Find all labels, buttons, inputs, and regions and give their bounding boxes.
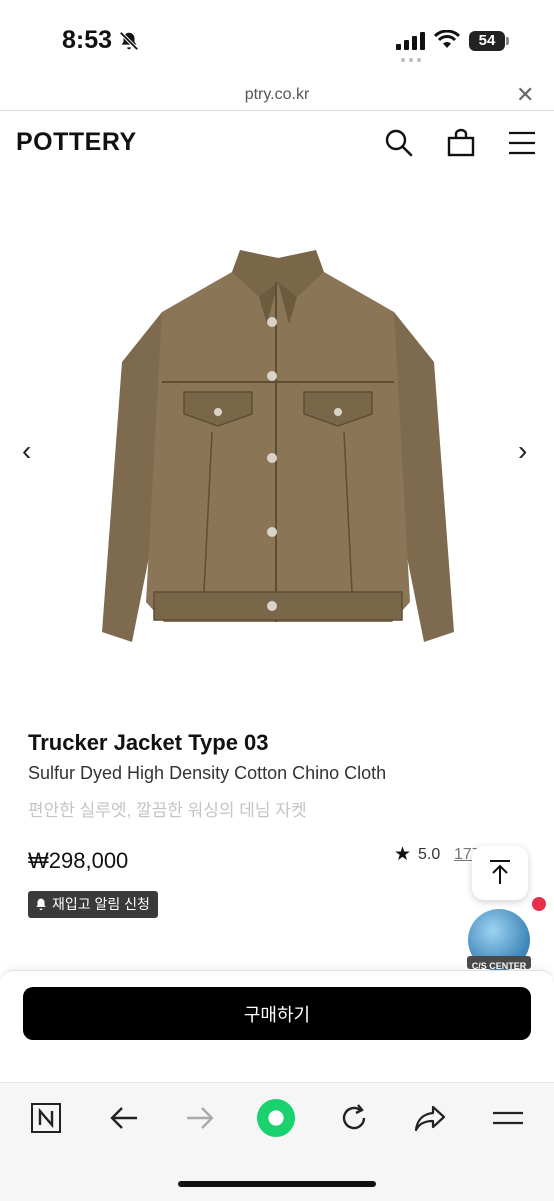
back-arrow-icon — [110, 1107, 137, 1129]
menu-button[interactable] — [488, 1098, 528, 1138]
green-dot-button[interactable] — [256, 1098, 296, 1138]
star-icon: ★ — [394, 844, 412, 865]
share-button[interactable] — [410, 1098, 450, 1138]
restock-label: 재입고 알림 신청 — [52, 896, 150, 912]
product-subtitle: Sulfur Dyed High Density Cotton Chino Cl… — [28, 763, 387, 783]
home-indicator — [178, 1181, 376, 1187]
url-display[interactable]: ptry.co.kr — [0, 86, 554, 104]
wifi-icon — [434, 30, 460, 48]
share-icon — [414, 1105, 446, 1132]
menu-icon[interactable] — [508, 130, 536, 156]
divider — [0, 110, 554, 111]
product-title: Trucker Jacket Type 03 — [28, 730, 269, 755]
chevron-left-icon[interactable]: ‹ — [22, 435, 31, 467]
naver-home-button[interactable] — [26, 1098, 66, 1138]
reload-icon — [342, 1104, 366, 1130]
product-image[interactable] — [92, 242, 464, 662]
drag-handle-icon — [401, 58, 421, 62]
chevron-right-icon[interactable]: › — [518, 435, 527, 467]
forward-arrow-icon — [187, 1107, 214, 1129]
back-button[interactable] — [104, 1098, 144, 1138]
product-price: ₩298,000 — [28, 848, 129, 873]
search-icon[interactable] — [384, 128, 414, 158]
battery-indicator: 54 — [469, 31, 509, 51]
reload-button[interactable] — [334, 1098, 374, 1138]
forward-button[interactable] — [180, 1098, 220, 1138]
restock-alert-button[interactable]: 재입고 알림 신청 — [28, 891, 158, 918]
rating-value: 5.0 — [418, 846, 441, 863]
scroll-top-icon — [490, 860, 510, 884]
hamburger-icon — [493, 1111, 523, 1125]
signal-icon — [396, 32, 425, 50]
site-logo[interactable]: POTTERY — [16, 128, 137, 157]
bell-off-icon — [119, 31, 139, 51]
naver-icon — [31, 1103, 61, 1133]
green-dot-icon — [256, 1098, 296, 1138]
bell-icon — [36, 898, 46, 911]
status-time: 8:53 — [62, 26, 113, 54]
bag-icon[interactable] — [446, 128, 476, 158]
notification-dot — [532, 897, 546, 911]
product-description: 편안한 실루엣, 깔끔한 워싱의 데님 자켓 — [28, 801, 307, 820]
buy-button[interactable]: 구매하기 — [23, 987, 531, 1040]
scroll-top-button[interactable] — [472, 846, 528, 900]
close-icon[interactable]: ✕ — [516, 84, 534, 106]
